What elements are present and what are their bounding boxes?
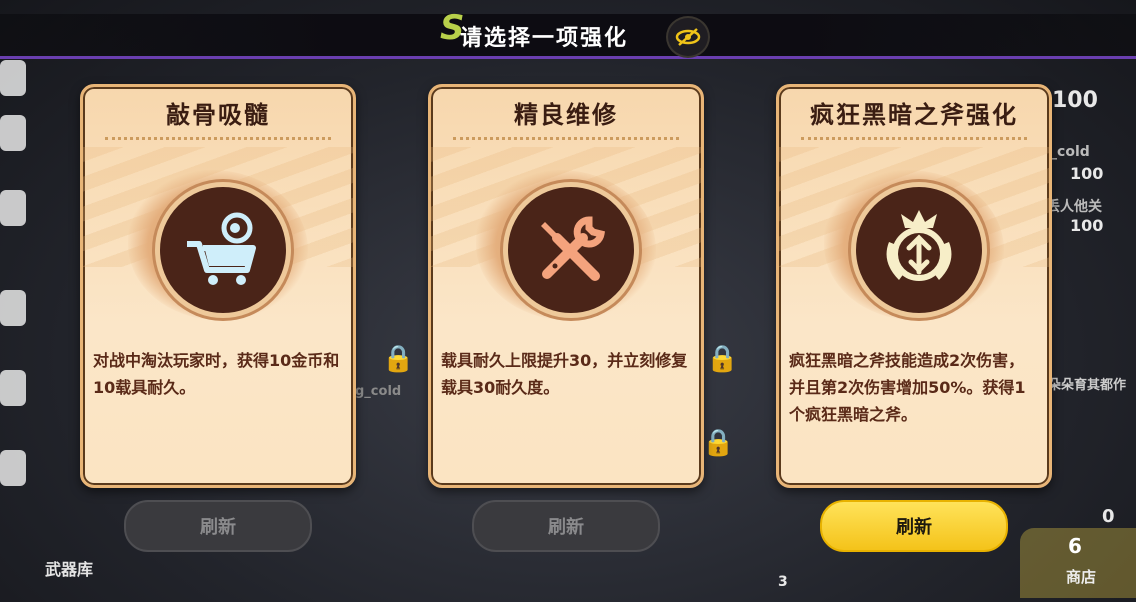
bg-left-hint: g_cold	[355, 384, 402, 399]
lock-icon: 🔒	[382, 344, 415, 374]
refresh-button-2[interactable]: 刷新	[472, 500, 660, 552]
left-hud-icon	[0, 370, 26, 406]
shop-label: 商店	[1066, 568, 1097, 586]
card-divider	[801, 137, 1027, 140]
shop-button[interactable]: 6 商店	[1020, 528, 1136, 598]
wrench-screwdriver-icon	[541, 216, 605, 281]
card-divider	[453, 137, 679, 140]
bg-player-2-name: 丢人他关	[1046, 199, 1102, 215]
dark-axe-emblem-icon	[886, 210, 952, 281]
card-title: 敲骨吸髓	[166, 101, 270, 129]
eye-off-icon	[675, 28, 701, 46]
bg-counter-zero: 0	[1102, 506, 1115, 527]
bg-player-2-score: 100	[1070, 216, 1104, 235]
shop-count: 6	[1068, 534, 1082, 558]
upgrade-card-2[interactable]: 精良维修 载具耐久上限提升30，并立刻修复载具30耐久度。	[428, 84, 704, 488]
card-divider	[105, 137, 331, 140]
card-emblem	[155, 182, 291, 318]
bg-counter-three: 3	[778, 574, 788, 590]
card-description: 对战中淘汰玩家时，获得10金币和10载具耐久。	[93, 351, 340, 397]
weapon-library-label[interactable]: 武器库	[45, 556, 93, 580]
bg-player-1-score: 100	[1070, 164, 1104, 183]
hide-panel-button[interactable]	[666, 16, 710, 58]
left-hud-icon	[0, 290, 26, 326]
card-title: 精良维修	[514, 101, 618, 129]
bg-right-label: 朵朵育其都作	[1048, 378, 1127, 393]
card-emblem	[851, 182, 987, 318]
refresh-button-3[interactable]: 刷新	[820, 500, 1008, 552]
refresh-button-1[interactable]: 刷新	[124, 500, 312, 552]
left-hud-icon	[0, 60, 26, 96]
left-hud-icon	[0, 190, 26, 226]
page-title: 请选择一项强化	[460, 26, 629, 51]
upgrade-card-3[interactable]: 疯狂黑暗之斧强化 疯狂黑暗之斧技能造成2次伤害，并且第2次伤害增加50%。获得1…	[776, 84, 1052, 488]
card-description: 疯狂黑暗之斧技能造成2次伤害，并且第2次伤害增加50%。获得1个疯狂黑暗之斧。	[789, 351, 1026, 424]
card-title: 疯狂黑暗之斧强化	[810, 101, 1018, 129]
card-emblem	[503, 182, 639, 318]
lock-icon: 🔒	[702, 428, 735, 458]
card-description: 载具耐久上限提升30，并立刻修复载具30耐久度。	[441, 351, 688, 397]
lock-icon: 🔒	[706, 344, 739, 374]
bg-score-top: 100	[1052, 88, 1098, 113]
left-hud-icon	[0, 115, 26, 151]
upgrade-card-1[interactable]: 敲骨吸髓 对战中淘汰玩家时，获得10金币和10载具耐久。	[80, 84, 356, 488]
left-hud-icon	[0, 450, 26, 486]
shopping-cart-coin-icon	[187, 212, 256, 285]
